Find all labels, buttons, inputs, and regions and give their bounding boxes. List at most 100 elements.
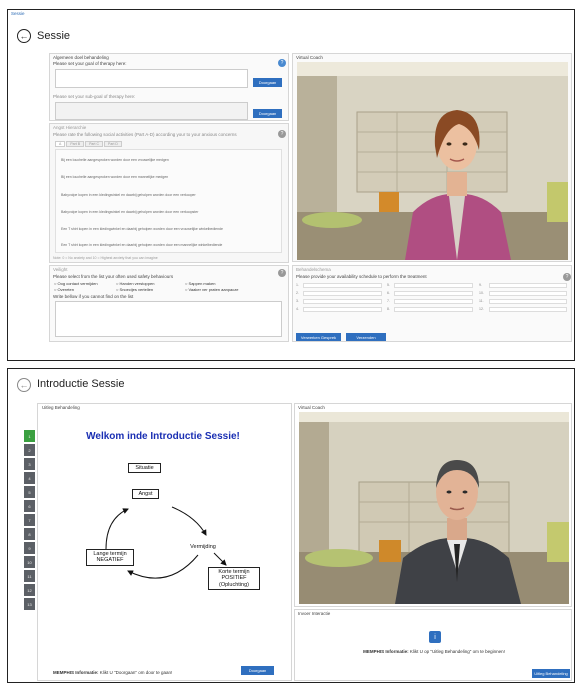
goal-panel: Algemeen doel behandeling Please set you… <box>49 53 289 121</box>
schedule-select[interactable] <box>489 307 567 312</box>
male-coach-avatar-image <box>299 412 569 604</box>
schedule-slot[interactable]: 7. <box>387 299 390 303</box>
help-icon[interactable]: ? <box>278 269 286 277</box>
schedule-slot-label: 10. <box>479 291 484 295</box>
anxiety-item[interactable]: Bij een louchelle aangesproken worden do… <box>61 158 169 162</box>
safety-option-label: Vaaker ver praten aanpacze <box>188 287 239 292</box>
goal-continue-button[interactable]: Doorgaan <box>253 78 282 87</box>
safety-other-input[interactable] <box>55 301 282 337</box>
anxiety-hierarchy-panel: Angst Hierarchie Please rate the followi… <box>49 123 289 263</box>
step-nav-item[interactable]: 6 <box>24 500 35 512</box>
step-nav-item[interactable]: 9 <box>24 542 35 554</box>
tab-part-b[interactable]: Part B <box>66 141 85 147</box>
schedule-select[interactable] <box>303 291 382 296</box>
schedule-slot-label: 9. <box>479 283 482 287</box>
coach-label: Virtual Coach <box>296 55 323 60</box>
schedule-slot[interactable]: 2. <box>296 291 299 295</box>
schedule-select[interactable] <box>489 299 567 304</box>
safety-option[interactable]: ○ Oog contact vermijden <box>54 281 98 286</box>
virtual-coach-panel: Virtual Coach <box>292 53 572 262</box>
back-arrow-icon[interactable]: ← <box>17 378 31 392</box>
tab-part-c[interactable]: Part C <box>85 141 103 147</box>
schedule-slot[interactable]: 1. <box>296 283 299 287</box>
anxiety-list: Bij een louchelle aangesproken worden do… <box>55 149 282 253</box>
diagram-avoidance: Vermijding <box>190 544 216 550</box>
step-nav-item[interactable]: 5 <box>24 486 35 498</box>
subgoal-input[interactable] <box>55 102 248 120</box>
session-window: Sessie ← Sessie Algemeen doel behandelin… <box>7 9 575 361</box>
schedule-select[interactable] <box>303 307 382 312</box>
step-nav-item[interactable]: 3 <box>24 458 35 470</box>
step-nav-item[interactable]: 4 <box>24 472 35 484</box>
anxiety-item[interactable]: Babyvolpe kopen in een kledingwinkel en … <box>61 210 198 214</box>
schedule-slot[interactable]: 4. <box>296 307 299 311</box>
interaction-label: Invoer Interactie <box>298 611 331 616</box>
coach-video[interactable] <box>299 412 569 604</box>
process-conversation-button[interactable]: Verwerken Gesprek <box>296 333 341 341</box>
schedule-slot[interactable]: 3. <box>296 299 299 303</box>
schedule-slot-label: 6. <box>387 291 390 295</box>
schedule-select[interactable] <box>394 307 473 312</box>
schedule-slot-label: 4. <box>296 307 299 311</box>
goal-input[interactable] <box>55 69 248 88</box>
info-icon: i <box>429 631 441 643</box>
safety-option[interactable]: ○ Handen verstoppen <box>116 281 154 286</box>
anxiety-item[interactable]: Een T shirt kopen in een kledingwinkel e… <box>61 243 222 247</box>
schedule-slot[interactable]: 6. <box>387 291 390 295</box>
safety-option-label: Oog contact vermijden <box>57 281 98 286</box>
subgoal-continue-button[interactable]: Doorgaan <box>253 109 282 118</box>
explain-treatment-button[interactable]: Uitleg Behandeling <box>532 669 570 678</box>
goal-panel-header: Algemeen doel behandeling <box>53 55 109 60</box>
schedule-slot[interactable]: 12. <box>479 307 484 311</box>
safety-option[interactable]: ○ Snoecijes vertellen <box>116 287 153 292</box>
schedule-slot[interactable]: 9. <box>479 283 482 287</box>
subgoal-label: Please set your sub-goal of therapy here… <box>53 94 136 99</box>
help-icon[interactable]: ? <box>563 273 571 281</box>
safety-option[interactable]: ○ Vaaker ver praten aanpacze <box>185 287 239 292</box>
schedule-slot-label: 7. <box>387 299 390 303</box>
schedule-slot[interactable]: 10. <box>479 291 484 295</box>
schedule-select[interactable] <box>303 283 382 288</box>
safety-option[interactable]: ○ Sappen maken <box>185 281 215 286</box>
anxiety-item[interactable]: Een T shirt kopen in een kledingwinkel e… <box>61 227 223 231</box>
step-nav-item[interactable]: 12 <box>24 584 35 596</box>
schedule-select[interactable] <box>394 299 473 304</box>
back-arrow-icon[interactable]: ← <box>17 29 31 43</box>
schedule-select[interactable] <box>489 283 567 288</box>
tab-part-a[interactable]: A <box>55 141 66 147</box>
step-nav-item[interactable]: 10 <box>24 556 35 568</box>
step-nav-item[interactable]: 2 <box>24 444 35 456</box>
help-icon[interactable]: ? <box>278 130 286 138</box>
step-nav-item[interactable]: 8 <box>24 528 35 540</box>
step-nav-item[interactable]: 11 <box>24 570 35 582</box>
step-nav-item[interactable]: 1 <box>24 430 35 442</box>
window-title: Sessie <box>11 11 25 16</box>
send-button[interactable]: Verzenden <box>346 333 386 341</box>
schedule-slot[interactable]: 11. <box>479 299 484 303</box>
safety-option[interactable]: ○ Overeten <box>54 287 74 292</box>
schedule-select[interactable] <box>394 291 473 296</box>
schedule-panel-header: Behandelschema <box>296 267 331 272</box>
safety-option-label: Sappen maken <box>188 281 216 286</box>
tab-part-d[interactable]: Part D <box>104 141 122 147</box>
interaction-info-text: Klikt U op "Uitleg Behandeling" om te be… <box>409 649 505 654</box>
schedule-slot[interactable]: 8. <box>387 307 390 311</box>
step-nav-item[interactable]: 13 <box>24 598 35 610</box>
anxiety-item[interactable]: Babyvolpe kopen in een kledingwinkel en … <box>61 193 196 197</box>
step-nav-item[interactable]: 7 <box>24 514 35 526</box>
anxiety-note: Note: 0 = No anxiety and 10 = Highest an… <box>53 256 158 260</box>
schedule-slot[interactable]: 5. <box>387 283 390 287</box>
goal-label: Please set your goal of therapy here: <box>53 61 127 66</box>
coach-video[interactable] <box>297 62 568 260</box>
continue-button[interactable]: Doorgaan <box>241 666 274 675</box>
interaction-info-label: MEMPHIS Informatie: <box>363 649 409 654</box>
help-icon[interactable]: ? <box>278 59 286 67</box>
schedule-select[interactable] <box>489 291 567 296</box>
schedule-select[interactable] <box>303 299 382 304</box>
safety-option-label: Handen verstoppen <box>119 281 155 286</box>
anxiety-item[interactable]: Bij een louchelle aangesproken worden do… <box>61 175 168 179</box>
safety-behaviour-panel: Veilight Please select from the list you… <box>49 265 289 342</box>
explanation-label: Uitleg Behandeling <box>42 405 80 410</box>
coach-label: Virtual Coach <box>298 405 325 410</box>
schedule-select[interactable] <box>394 283 473 288</box>
